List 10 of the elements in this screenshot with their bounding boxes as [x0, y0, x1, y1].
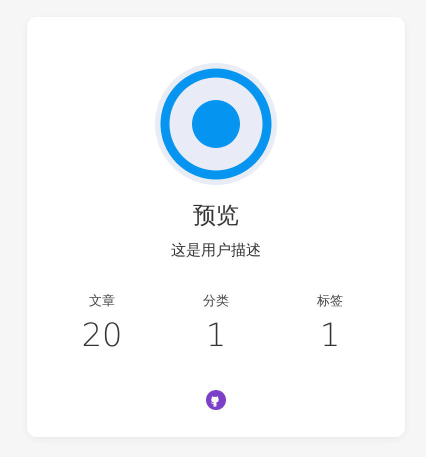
stat-label: 分类 — [202, 295, 230, 308]
stat-value: 1 — [204, 319, 228, 351]
stat-label: 标签 — [316, 295, 344, 308]
stat-label: 文章 — [88, 295, 116, 308]
github-icon[interactable] — [206, 387, 226, 407]
stat-value: 20 — [80, 319, 124, 351]
stat-value: 1 — [318, 319, 342, 351]
avatar-icon — [155, 63, 277, 185]
profile-description: 这是用户描述 — [171, 243, 261, 258]
profile-name: 预览 — [193, 205, 239, 228]
